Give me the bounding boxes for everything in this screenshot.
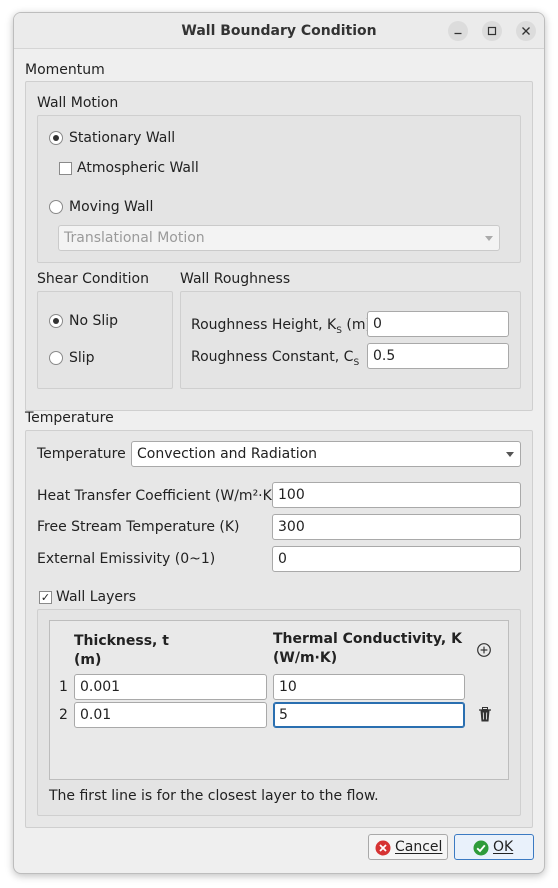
conductivity-cell[interactable]: 5 — [273, 702, 465, 728]
momentum-title: Momentum — [25, 62, 105, 78]
dialog-window: Wall Boundary Condition Momentum Wall Mo… — [13, 12, 545, 874]
cancel-label: Cancel — [395, 839, 443, 855]
row-index: 2 — [59, 707, 68, 723]
row-index: 1 — [59, 679, 68, 695]
conductivity-header: Thermal Conductivity, K (W/m·K) — [273, 631, 462, 666]
stationary-wall-radio[interactable] — [49, 131, 63, 145]
add-circle-icon — [477, 643, 491, 657]
delete-layer-button[interactable] — [477, 706, 493, 723]
roughness-constant-input[interactable]: 0.5 — [367, 343, 509, 369]
close-icon — [522, 27, 530, 35]
slip-label[interactable]: Slip — [69, 349, 95, 367]
trash-icon — [479, 707, 491, 722]
wall-roughness-group — [180, 291, 521, 389]
slip-radio[interactable] — [49, 351, 63, 365]
thickness-header: Thickness, t (m) — [74, 633, 169, 668]
temperature-type-select[interactable]: Convection and Radiation — [131, 441, 521, 467]
wall-layers-note: The first line is for the closest layer … — [49, 788, 379, 804]
roughness-height-label: Roughness Height, KS (m) — [191, 317, 371, 336]
stationary-wall-label[interactable]: Stationary Wall — [69, 129, 175, 147]
cancel-button[interactable]: Cancel — [368, 834, 448, 860]
no-slip-label[interactable]: No Slip — [69, 312, 118, 330]
wall-layers-checkbox[interactable]: ✓ — [39, 591, 52, 604]
roughness-constant-label: Roughness Constant, CS — [191, 349, 360, 368]
shear-condition-title: Shear Condition — [37, 271, 149, 287]
atmospheric-wall-checkbox[interactable] — [59, 162, 72, 175]
fst-label: Free Stream Temperature (K) — [37, 519, 240, 535]
cancel-icon — [375, 840, 391, 856]
emissivity-input[interactable]: 0 — [272, 546, 521, 572]
motion-type-chevron-down-icon — [485, 236, 493, 241]
temperature-type-label: Temperature — [37, 446, 126, 462]
maximize-icon — [487, 26, 497, 36]
ok-button[interactable]: OK — [454, 834, 534, 860]
temperature-title: Temperature — [25, 410, 114, 426]
temperature-type-value: Convection and Radiation — [137, 446, 318, 462]
close-button[interactable] — [516, 21, 536, 41]
motion-type-value: Translational Motion — [64, 230, 205, 246]
thickness-cell[interactable]: 0.01 — [74, 702, 267, 728]
temperature-type-chevron-down-icon — [506, 452, 514, 457]
wall-roughness-title: Wall Roughness — [180, 271, 291, 287]
roughness-height-input[interactable]: 0 — [367, 311, 509, 337]
ok-check-icon — [473, 840, 489, 856]
moving-wall-radio[interactable] — [49, 200, 63, 214]
wall-layers-label[interactable]: Wall Layers — [56, 588, 136, 606]
htc-input[interactable]: 100 — [272, 482, 521, 508]
motion-type-select[interactable]: Translational Motion — [58, 225, 500, 251]
wall-motion-title: Wall Motion — [37, 95, 119, 111]
atmospheric-wall-label[interactable]: Atmospheric Wall — [77, 159, 199, 177]
emissivity-label: External Emissivity (0~1) — [37, 551, 216, 567]
ok-label: OK — [493, 839, 514, 855]
moving-wall-label[interactable]: Moving Wall — [69, 198, 153, 216]
htc-label: Heat Transfer Coefficient (W/m²·K) — [37, 488, 278, 504]
thickness-cell[interactable]: 0.001 — [74, 674, 267, 700]
maximize-button[interactable] — [482, 21, 502, 41]
minimize-icon — [454, 32, 462, 35]
conductivity-cell[interactable]: 10 — [273, 674, 465, 700]
minimize-button[interactable] — [448, 21, 468, 41]
shear-condition-group — [37, 291, 173, 389]
add-layer-button[interactable] — [476, 642, 492, 658]
fst-input[interactable]: 300 — [272, 514, 521, 540]
no-slip-radio[interactable] — [49, 314, 63, 328]
